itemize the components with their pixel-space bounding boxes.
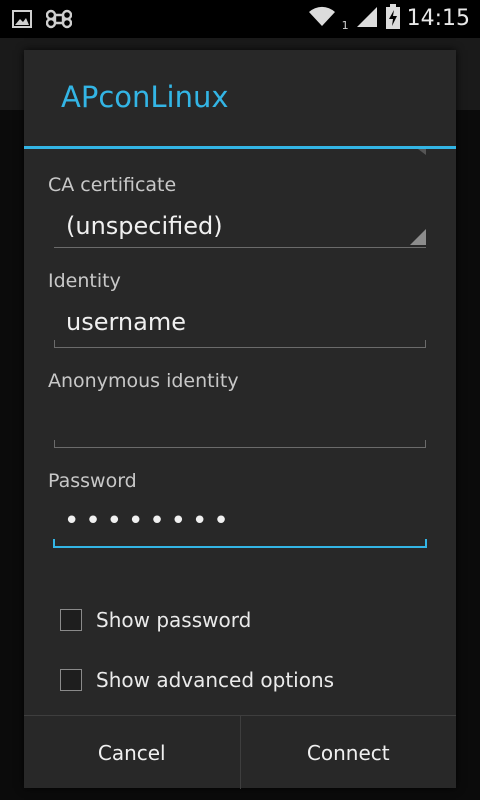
show-password-checkbox[interactable]: [60, 609, 82, 631]
signal-icon: [355, 5, 379, 33]
identity-value: username: [66, 308, 186, 336]
password-underline-focused: [53, 546, 427, 548]
image-icon: [12, 10, 32, 32]
identity-underline: [54, 347, 426, 348]
dialog-title-bar: APconLinux: [24, 50, 456, 148]
password-tick-left: [53, 539, 55, 546]
show-advanced-options-label: Show advanced options: [96, 668, 335, 692]
dialog-title-divider: [24, 146, 456, 149]
dialog-title: APconLinux: [61, 80, 229, 114]
password-label: Password: [48, 470, 137, 492]
previous-field-spinner-corner: [418, 149, 426, 155]
spinner-arrow-icon: [410, 229, 426, 245]
battery-charging-icon: [385, 4, 401, 34]
password-tick-right: [425, 539, 427, 546]
wifi-icon: [308, 6, 336, 32]
password-input[interactable]: ••••••••: [54, 502, 428, 548]
identity-tick-left: [54, 340, 55, 347]
clock: 14:15: [406, 6, 470, 31]
dialog-button-bar: Cancel Connect: [24, 715, 456, 789]
identity-tick-right: [425, 340, 426, 347]
anonymous-identity-tick-left: [54, 440, 55, 447]
ca-certificate-label: CA certificate: [48, 174, 177, 196]
anonymous-identity-label: Anonymous identity: [48, 370, 239, 392]
anonymous-identity-underline: [54, 447, 426, 448]
cancel-button[interactable]: Cancel: [24, 716, 240, 789]
identity-label: Identity: [48, 270, 121, 292]
show-password-checkbox-row[interactable]: Show password: [60, 600, 251, 640]
show-advanced-options-checkbox-row[interactable]: Show advanced options: [60, 660, 334, 700]
command-icon: [45, 6, 73, 36]
identity-input[interactable]: username: [54, 302, 428, 348]
status-bar: 1 14:15: [0, 0, 480, 38]
show-advanced-options-checkbox[interactable]: [60, 669, 82, 691]
anonymous-identity-tick-right: [425, 440, 426, 447]
ca-certificate-underline: [54, 247, 426, 248]
wifi-connect-dialog: APconLinux CA certificate (unspecified) …: [24, 50, 456, 789]
ca-certificate-value: (unspecified): [66, 212, 223, 240]
connect-button[interactable]: Connect: [241, 716, 457, 789]
ca-certificate-spinner[interactable]: (unspecified): [54, 206, 428, 250]
show-password-label: Show password: [96, 608, 252, 632]
password-value: ••••••••: [64, 506, 235, 536]
sim-index: 1: [341, 18, 349, 32]
anonymous-identity-input[interactable]: [54, 402, 428, 448]
